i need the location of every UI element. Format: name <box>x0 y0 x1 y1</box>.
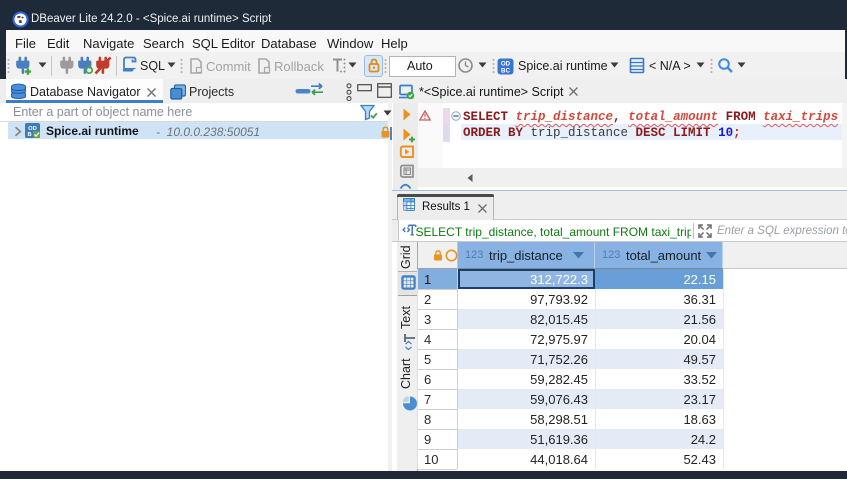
svg-text:BC: BC <box>501 67 510 74</box>
svg-text:OD: OD <box>501 60 511 67</box>
svg-text:B: B <box>28 132 32 138</box>
svg-text:OD: OD <box>28 125 37 131</box>
